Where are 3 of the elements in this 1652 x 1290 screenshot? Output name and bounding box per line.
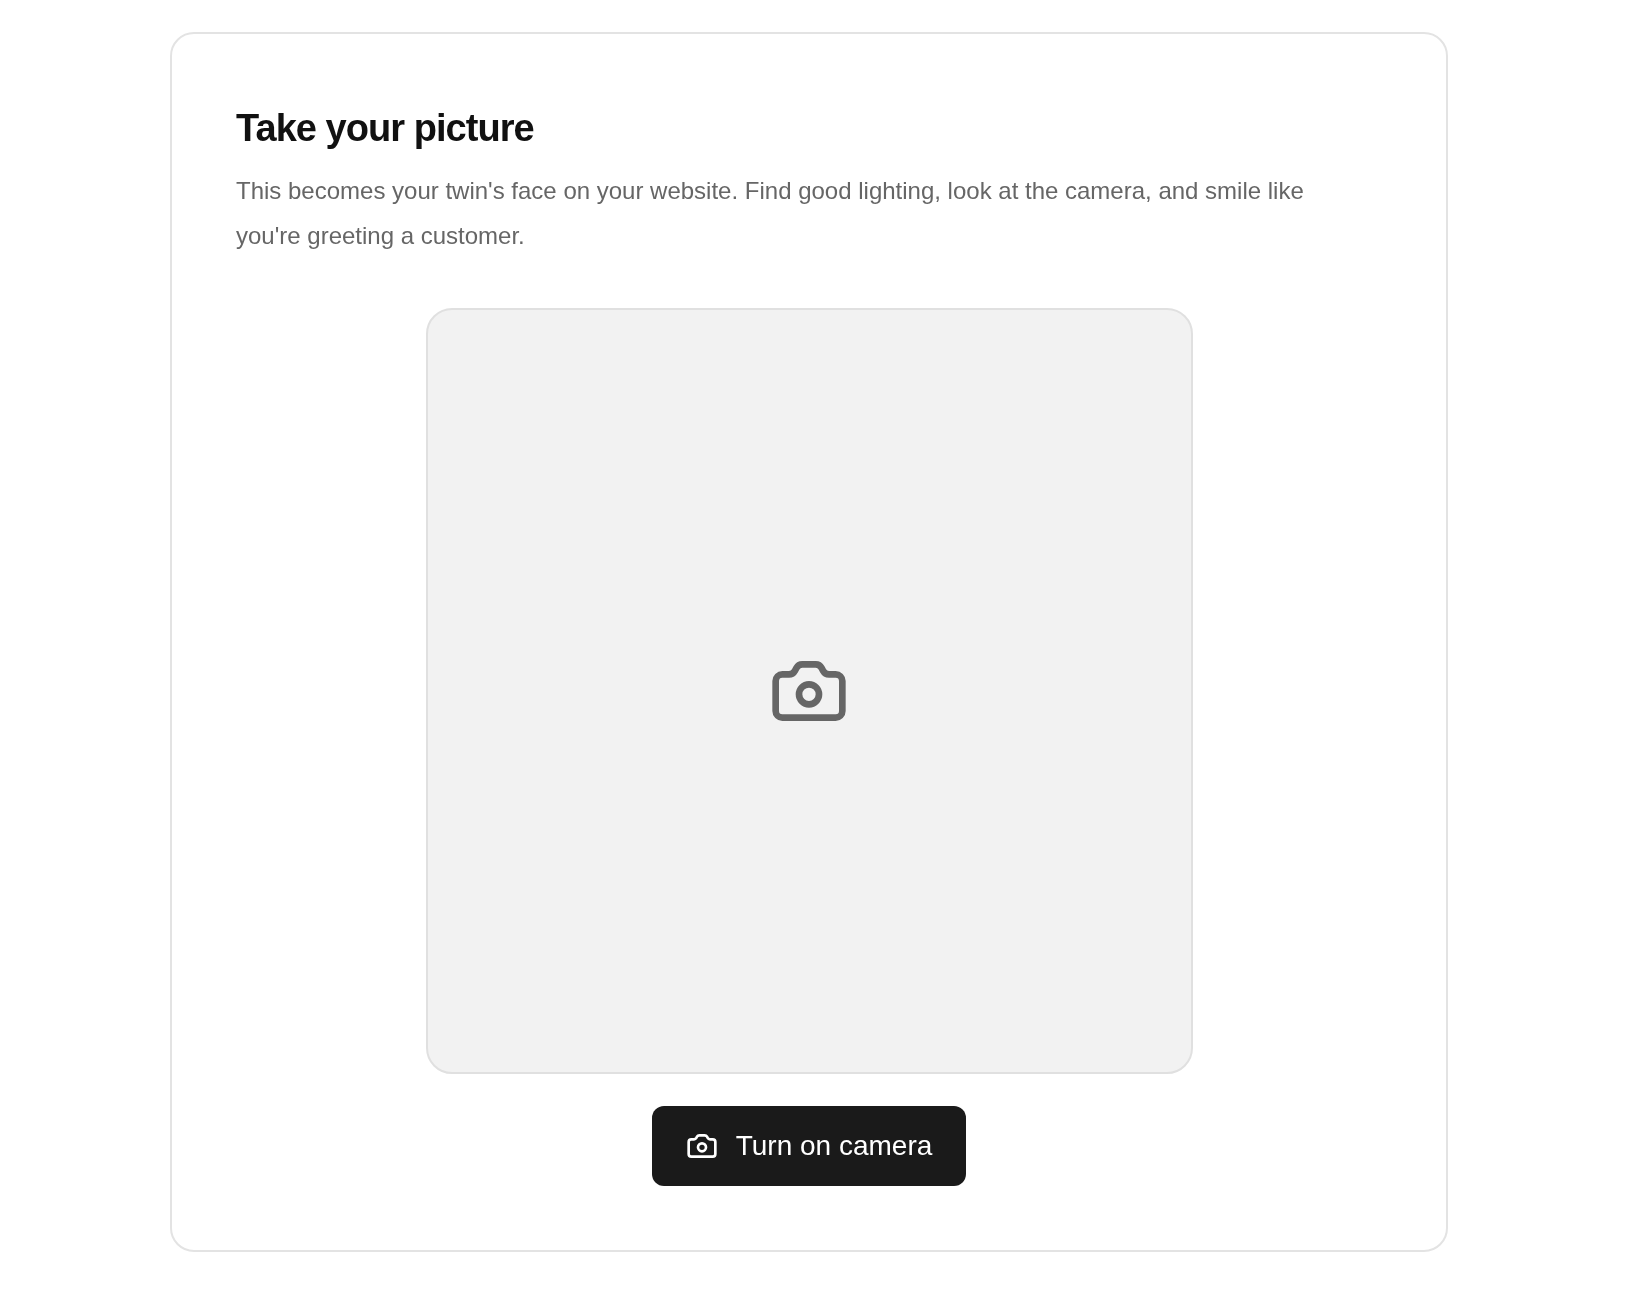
turn-on-camera-button[interactable]: Turn on camera [651, 1106, 967, 1186]
page-title: Take your picture [236, 106, 535, 151]
description-text: This becomes your twin's face on your website. Find good lighting, look at the camera, and smile like you're greeting a customer. [236, 176, 1305, 251]
